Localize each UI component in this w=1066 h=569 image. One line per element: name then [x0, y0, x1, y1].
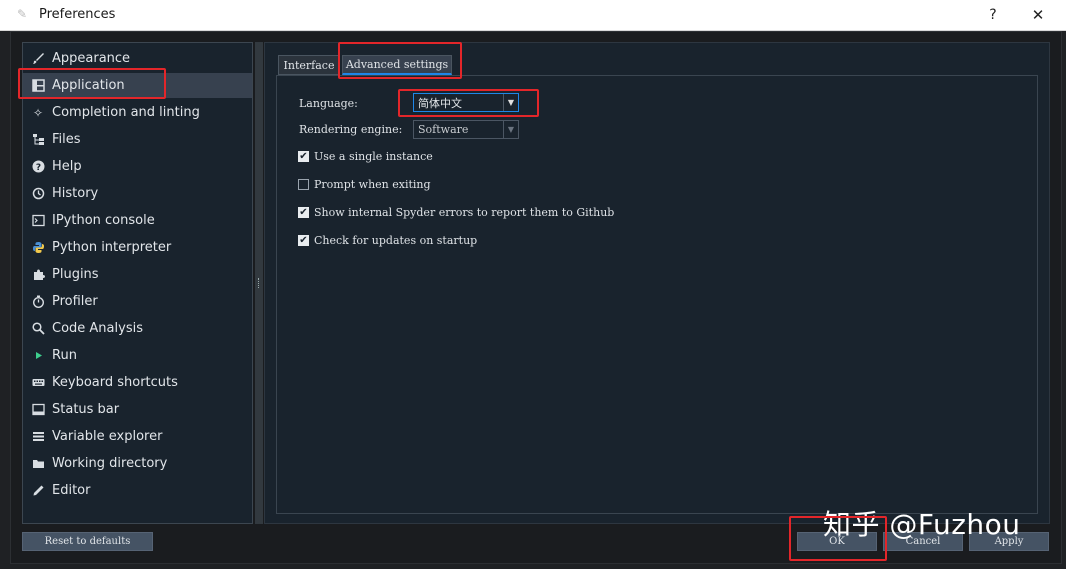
sidebar-item-label: Appearance [52, 51, 131, 66]
sidebar-item-label: Application [52, 78, 125, 93]
python-icon [31, 241, 45, 255]
sidebar-item-ipython-console[interactable]: IPython console [23, 208, 252, 233]
paintbrush-icon [31, 52, 45, 66]
sidebar-item-files[interactable]: Files [23, 127, 252, 152]
language-label: Language: [299, 97, 358, 110]
magnify-icon [31, 322, 45, 336]
unchecked-box-icon [298, 179, 309, 190]
checkbox-label: Prompt when exiting [314, 178, 431, 191]
pane-splitter[interactable] [255, 42, 263, 524]
table-icon [31, 430, 45, 444]
layout-icon [31, 79, 45, 93]
sidebar-item-label: Keyboard shortcuts [52, 375, 178, 390]
sidebar-item-profiler[interactable]: Profiler [23, 289, 252, 314]
help-button[interactable]: ? [982, 4, 1004, 26]
tab-advanced-settings[interactable]: Advanced settings [342, 55, 452, 75]
language-combobox[interactable]: 简体中文 ▼ [413, 93, 519, 112]
checkbox-label: Use a single instance [314, 150, 433, 163]
checkbox-label: Check for updates on startup [314, 234, 478, 247]
rendering-engine-combobox[interactable]: Software ▼ [413, 120, 519, 139]
sidebar-item-code-analysis[interactable]: Code Analysis [23, 316, 252, 341]
sidebar-item-working-directory[interactable]: Working directory [23, 451, 252, 476]
splitter-grip [258, 278, 261, 288]
history-icon [31, 187, 45, 201]
sidebar-item-label: Plugins [52, 267, 99, 282]
check-icon: ✔ [298, 206, 309, 218]
checkbox-show-internal-errors[interactable]: ✔ Show internal Spyder errors to report … [298, 206, 614, 219]
rendering-engine-label: Rendering engine: [299, 123, 403, 136]
sidebar-item-application[interactable]: Application [23, 73, 252, 98]
chevron-down-icon: ▼ [503, 121, 518, 138]
sidebar-item-run[interactable]: Run [23, 343, 252, 368]
sidebar-item-label: Python interpreter [52, 240, 172, 255]
window-titlebar: ✎ Preferences ? ✕ [0, 0, 1066, 31]
language-value: 简体中文 [418, 96, 462, 110]
sidebar-item-label: Run [52, 348, 77, 363]
sidebar-item-status-bar[interactable]: Status bar [23, 397, 252, 422]
chevron-down-icon: ▼ [503, 94, 518, 111]
help-circle-icon: ? [31, 160, 45, 174]
sidebar-item-label: Help [52, 159, 82, 174]
watermark-text: 知乎 @Fuzhou [823, 508, 1021, 541]
sidebar-item-appearance[interactable]: Appearance [23, 46, 252, 71]
sidebar-item-editor[interactable]: Editor [23, 478, 252, 503]
sidebar-item-python-interpreter[interactable]: Python interpreter [23, 235, 252, 260]
close-button[interactable]: ✕ [1026, 4, 1050, 26]
sidebar-item-label: Working directory [52, 456, 168, 471]
window-title: Preferences [39, 7, 116, 22]
sparkle-icon: ✧ [32, 105, 44, 120]
sidebar-item-label: Status bar [52, 402, 120, 417]
sidebar-item-variable-explorer[interactable]: Variable explorer [23, 424, 252, 449]
terminal-icon [31, 214, 45, 228]
sidebar-item-label: Editor [52, 483, 91, 498]
sidebar-item-plugins[interactable]: Plugins [23, 262, 252, 287]
file-tree-icon [31, 133, 45, 147]
sidebar-item-completion[interactable]: ✧ Completion and linting [23, 100, 252, 125]
sidebar-item-label: History [52, 186, 99, 201]
sidebar-item-label: Variable explorer [52, 429, 163, 444]
preferences-sidebar: Appearance Application ✧ Completion and … [22, 42, 253, 524]
reset-defaults-button[interactable]: Reset to defaults [22, 532, 153, 551]
checkbox-check-updates[interactable]: ✔ Check for updates on startup [298, 234, 477, 247]
svg-text:?: ? [35, 163, 40, 173]
checkbox-label: Show internal Spyder errors to report th… [314, 206, 615, 219]
rendering-engine-value: Software [418, 123, 469, 136]
puzzle-icon [31, 268, 45, 282]
sidebar-item-help[interactable]: ? Help [23, 154, 252, 179]
sidebar-item-label: Files [52, 132, 81, 147]
keyboard-icon [31, 376, 45, 390]
checkbox-single-instance[interactable]: ✔ Use a single instance [298, 150, 433, 163]
statusbar-icon [31, 403, 45, 417]
sidebar-item-keyboard-shortcuts[interactable]: Keyboard shortcuts [23, 370, 252, 395]
check-icon: ✔ [298, 234, 309, 246]
sidebar-item-label: Profiler [52, 294, 98, 309]
tab-interface[interactable]: Interface [278, 55, 340, 75]
folder-icon [31, 457, 45, 471]
checkbox-prompt-exiting[interactable]: Prompt when exiting [298, 178, 431, 191]
sidebar-item-label: Code Analysis [52, 321, 143, 336]
stopwatch-icon [31, 295, 45, 309]
sidebar-item-label: IPython console [52, 213, 155, 228]
pencil-icon [31, 484, 45, 498]
app-icon: ✎ [17, 7, 28, 21]
sidebar-item-label: Completion and linting [52, 105, 200, 120]
sidebar-item-history[interactable]: History [23, 181, 252, 206]
check-icon: ✔ [298, 150, 309, 162]
advanced-settings-page [276, 75, 1038, 514]
play-icon [31, 349, 45, 363]
